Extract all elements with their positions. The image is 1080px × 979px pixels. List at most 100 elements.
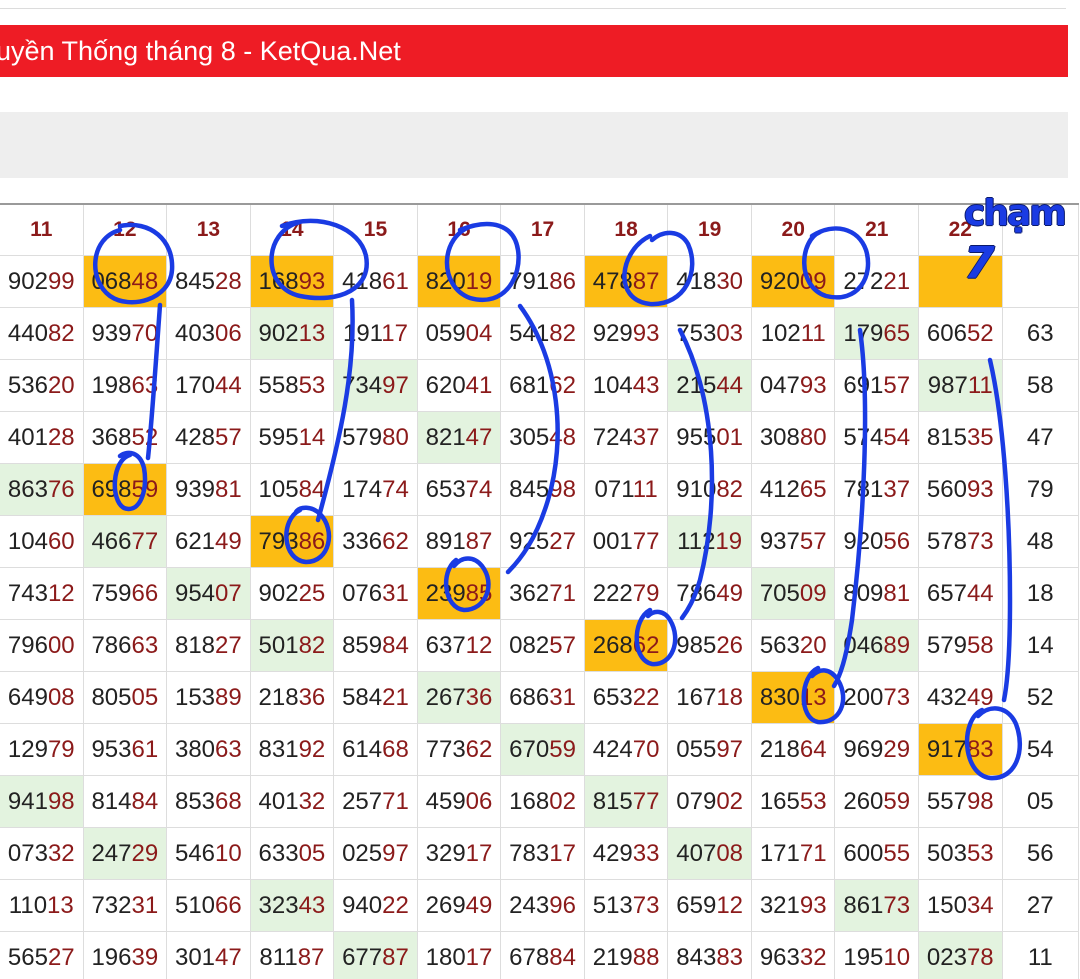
number-cell: 51373 [583,879,669,932]
cell-value: 56320 [759,631,827,659]
cell-value: 93981 [174,475,242,503]
number-cell: 73231 [82,879,168,932]
number-cell: 16893 [249,255,335,308]
cell-value: 93757 [759,527,827,555]
number-cell: 90299 [0,255,84,308]
cell-value: 58 [1026,371,1054,399]
number-cell: 36852 [82,411,168,464]
cell-value: 33662 [342,527,409,555]
number-cell: 16553 [750,775,836,828]
cell-value: 90225 [258,579,326,607]
cell-value: 57958 [926,631,994,659]
number-cell: 17171 [750,827,836,880]
number-cell: 50182 [249,619,335,672]
number-cell: 43249 [918,671,1003,724]
cell-value: 74312 [7,579,75,607]
table-row: 07332 24729 54610 63305 02597 32917 78317 42933… [0,827,1080,880]
cell-value: 91783 [926,735,994,763]
cell-value: 17965 [843,319,911,347]
number-cell: 16718 [667,671,752,724]
number-cell: 40306 [166,307,251,360]
cell-value: 86376 [7,475,75,503]
cell-value: 05904 [425,319,493,347]
cell-value: 94198 [7,787,75,815]
cell-value: 18 [1026,579,1054,607]
cell-value: 79186 [509,267,576,295]
number-cell: 04793 [750,359,836,412]
cell-value: 51066 [174,891,242,919]
number-cell: 40132 [249,775,335,828]
number-cell: 50353 [918,827,1003,880]
number-cell: 59514 [249,411,335,464]
number-cell: 63305 [249,827,335,880]
number-cell: 70509 [750,567,836,620]
number-cell: 42857 [166,411,251,464]
number-cell: 93970 [82,307,168,360]
cell-value: 67059 [509,735,576,763]
number-cell: 60652 [918,307,1003,360]
cell-value: 21864 [759,735,827,763]
number-cell: 68162 [500,359,585,412]
cell-value: 15389 [174,683,242,711]
cell-value: 75966 [91,579,159,607]
cell-value: 78663 [91,631,159,659]
number-cell: 52 [1001,671,1080,724]
number-cell: 15034 [918,879,1003,932]
cell-value: 48 [1026,527,1054,555]
column-header: 15 [333,203,418,256]
number-cell: 80505 [82,671,168,724]
number-cell: 14 [1001,619,1080,672]
cell-value: 63712 [425,631,493,659]
cell-value: 40132 [258,787,326,815]
number-cell: 20073 [834,671,920,724]
cell-value: 63 [1026,319,1054,347]
cell-value: 38063 [174,735,242,763]
number-cell: 27221 [834,255,920,308]
number-cell: 93757 [750,515,836,568]
table-row: 44082 93970 40306 90213 19117 05904 54182 92993… [0,307,1080,360]
cell-value: 96929 [843,735,911,763]
number-cell: 02597 [333,827,418,880]
number-cell: 85984 [333,619,418,672]
number-cell: 36271 [500,567,585,620]
number-cell: 21836 [249,671,335,724]
number-cell: 40128 [0,411,84,464]
cell-value: 68631 [509,683,576,711]
cell-value: 18017 [425,943,493,971]
cell-value: 19117 [342,319,408,347]
results-table-container[interactable]: 11 12 13 14 15 16 17 18 19 20 21 22 90299 06848 84528… [0,203,1080,979]
cell-value: 81827 [174,631,242,659]
cell-value: 15034 [926,891,994,919]
cell-value: 58421 [342,683,409,711]
number-cell: 19117 [333,307,418,360]
results-table: 11 12 13 14 15 16 17 18 19 20 21 22 90299 06848 84528… [0,203,1080,979]
cell-value: 55798 [926,787,994,815]
number-cell: 98711 [918,359,1003,412]
cell-value: 14 [1026,631,1054,659]
cell-value: 62041 [425,371,493,399]
number-cell: 47 [1001,411,1080,464]
cell-value: 98526 [676,631,744,659]
number-cell: 81577 [583,775,669,828]
number-cell: 22279 [583,567,669,620]
number-cell: 07631 [333,567,418,620]
column-header: 21 [834,203,920,256]
number-cell: 67787 [333,931,418,979]
number-cell: 84383 [667,931,752,979]
number-cell: 65322 [583,671,669,724]
number-cell: 63 [1001,307,1080,360]
number-cell [1001,255,1080,308]
cell-value: 11 [1027,943,1053,971]
cell-value: 96332 [759,943,827,971]
number-cell: 17965 [834,307,920,360]
number-cell: 32193 [750,879,836,932]
cell-value: 79 [1026,475,1054,503]
number-cell: 95407 [166,567,251,620]
cell-value: 10443 [592,371,660,399]
cell-value: 11219 [677,527,743,555]
cell-value: 02378 [926,943,994,971]
cell-value: 16718 [676,683,744,711]
cell-value: 69157 [843,371,911,399]
cell-value: 84598 [509,475,576,503]
table-header-row: 11 12 13 14 15 16 17 18 19 20 21 22 [0,203,1080,256]
